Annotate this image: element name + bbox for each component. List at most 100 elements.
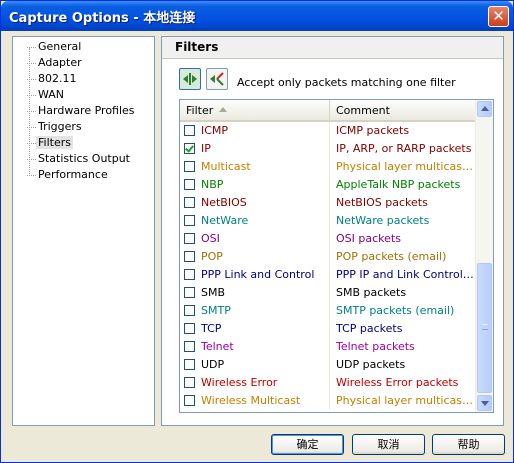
tree-item-802-11[interactable]: 802.11 bbox=[16, 71, 151, 87]
tree-item-adapter[interactable]: Adapter bbox=[16, 55, 151, 71]
filter-checkbox[interactable] bbox=[184, 197, 195, 208]
filter-checkbox[interactable] bbox=[184, 269, 195, 280]
filters-panel: Filters Accept only packets matching one… bbox=[161, 36, 504, 426]
filter-checkbox[interactable] bbox=[184, 305, 195, 316]
tree-item-performance[interactable]: Performance bbox=[16, 167, 151, 183]
filter-comment: SMTP packets (email) bbox=[336, 304, 455, 317]
capture-options-dialog: Capture Options - 本地连接 ✕ General Adapter 8… bbox=[0, 0, 514, 463]
tree-item-filters[interactable]: Filters bbox=[16, 135, 151, 151]
filter-name: IP bbox=[201, 142, 211, 155]
filter-comment: OSI packets bbox=[336, 232, 401, 245]
tree-item-triggers[interactable]: Triggers bbox=[16, 119, 151, 135]
accept-any-filter-button[interactable] bbox=[179, 68, 201, 90]
scroll-thumb[interactable] bbox=[477, 263, 492, 393]
filter-cell: ICMP bbox=[180, 122, 330, 140]
tree-branch-line bbox=[27, 175, 36, 176]
filter-checkbox[interactable] bbox=[184, 143, 195, 154]
tree-branch-line bbox=[27, 95, 36, 96]
filter-column-header[interactable]: Filter bbox=[180, 100, 330, 120]
filter-name: NetWare bbox=[201, 214, 249, 227]
tree-branch-line bbox=[27, 79, 36, 80]
tree-branch-line bbox=[27, 127, 36, 128]
filter-checkbox[interactable] bbox=[184, 161, 195, 172]
filter-checkbox[interactable] bbox=[184, 377, 195, 388]
filter-name: ICMP bbox=[201, 124, 229, 137]
filter-comment: Wireless Error packets bbox=[336, 376, 459, 389]
scroll-down-button[interactable] bbox=[477, 395, 492, 411]
window-title: Capture Options - 本地连接 bbox=[9, 11, 196, 26]
filter-name: POP bbox=[201, 250, 223, 263]
filter-checkbox[interactable] bbox=[184, 179, 195, 190]
filter-comment: TCP packets bbox=[336, 322, 403, 335]
tree-branch-line bbox=[27, 63, 36, 64]
filter-cell: PPP Link and Control bbox=[180, 266, 330, 284]
accept-one-filter-button[interactable] bbox=[206, 68, 228, 90]
filter-row[interactable]: Telnet Telnet packets bbox=[180, 338, 477, 356]
filter-cell: SMTP bbox=[180, 302, 330, 320]
filter-checkbox[interactable] bbox=[184, 233, 195, 244]
filter-row[interactable]: POP POP packets (email) bbox=[180, 248, 477, 266]
filter-row[interactable]: SMTP SMTP packets (email) bbox=[180, 302, 477, 320]
filter-name: Multicast bbox=[201, 160, 251, 173]
filter-row[interactable]: Multicast Physical layer multicast e... bbox=[180, 158, 477, 176]
filter-comment: SMB packets bbox=[336, 286, 407, 299]
tree-item-label: General bbox=[38, 40, 82, 53]
filter-name: Wireless Multicast bbox=[201, 394, 301, 407]
filter-checkbox[interactable] bbox=[184, 395, 195, 406]
filter-row[interactable]: UDP UDP packets bbox=[180, 356, 477, 374]
vertical-scrollbar[interactable] bbox=[475, 100, 493, 412]
tree-item-label: WAN bbox=[38, 88, 65, 101]
filter-list: Filter Comment ICMP ICMP packets IP IP, ARP… bbox=[179, 99, 494, 413]
grip-icon bbox=[482, 324, 488, 330]
tree-item-label: Filters bbox=[36, 136, 73, 149]
filter-row[interactable]: NBP AppleTalk NBP packets bbox=[180, 176, 477, 194]
filter-name: OSI bbox=[201, 232, 220, 245]
tree-item-label: Performance bbox=[38, 168, 108, 181]
tree-item-wan[interactable]: WAN bbox=[16, 87, 151, 103]
help-button[interactable]: 帮助 bbox=[432, 434, 505, 455]
filter-checkbox[interactable] bbox=[184, 125, 195, 136]
filter-mode-caption: Accept only packets matching one filter bbox=[237, 76, 456, 89]
filter-row[interactable]: NetBIOS NetBIOS packets bbox=[180, 194, 477, 212]
filter-cell: SMB bbox=[180, 284, 330, 302]
tree-item-statistics-output[interactable]: Statistics Output bbox=[16, 151, 151, 167]
filter-column-label: Filter bbox=[186, 104, 214, 117]
tree-item-hardware-profiles[interactable]: Hardware Profiles bbox=[16, 103, 151, 119]
filter-checkbox[interactable] bbox=[184, 359, 195, 370]
tree-branch-line bbox=[27, 47, 36, 48]
filter-checkbox[interactable] bbox=[184, 251, 195, 262]
filter-row[interactable]: IP IP, ARP, or RARP packets bbox=[180, 140, 477, 158]
close-icon: ✕ bbox=[492, 7, 505, 25]
filter-cell: POP bbox=[180, 248, 330, 266]
filter-comment: NetBIOS packets bbox=[336, 196, 428, 209]
scroll-up-button[interactable] bbox=[477, 101, 492, 117]
filter-row[interactable]: SMB SMB packets bbox=[180, 284, 477, 302]
filter-checkbox[interactable] bbox=[184, 323, 195, 334]
filter-comment: Telnet packets bbox=[336, 340, 415, 353]
filter-row[interactable]: Wireless Multicast Physical layer multica… bbox=[180, 392, 477, 410]
filter-row[interactable]: PPP Link and Control PPP IP and Link Cont… bbox=[180, 266, 477, 284]
filter-cell: Wireless Multicast bbox=[180, 392, 330, 410]
filter-checkbox[interactable] bbox=[184, 287, 195, 298]
filter-row[interactable]: NetWare NetWare packets bbox=[180, 212, 477, 230]
options-tree-list: General Adapter 802.11 WAN Hardware Profiles… bbox=[16, 39, 151, 183]
ok-button[interactable]: 确定 bbox=[271, 434, 344, 455]
tree-item-general[interactable]: General bbox=[16, 39, 151, 55]
filter-row[interactable]: ICMP ICMP packets bbox=[180, 122, 477, 140]
filter-row[interactable]: Wireless Error Wireless Error packets bbox=[180, 374, 477, 392]
title-bar[interactable]: Capture Options - 本地连接 ✕ bbox=[1, 1, 513, 31]
filter-row[interactable]: OSI OSI packets bbox=[180, 230, 477, 248]
filter-checkbox[interactable] bbox=[184, 215, 195, 226]
filter-name: SMTP bbox=[201, 304, 231, 317]
filter-checkbox[interactable] bbox=[184, 341, 195, 352]
filter-row[interactable]: TCP TCP packets bbox=[180, 320, 477, 338]
filter-list-header: Filter Comment bbox=[180, 100, 477, 122]
filter-cell: NetBIOS bbox=[180, 194, 330, 212]
tree-item-label: Hardware Profiles bbox=[38, 104, 135, 117]
filter-cell: OSI bbox=[180, 230, 330, 248]
close-button[interactable]: ✕ bbox=[488, 6, 509, 27]
cancel-button[interactable]: 取消 bbox=[352, 434, 425, 455]
filter-cell: Multicast bbox=[180, 158, 330, 176]
filter-cell: NetWare bbox=[180, 212, 330, 230]
comment-column-header[interactable]: Comment bbox=[330, 100, 477, 120]
